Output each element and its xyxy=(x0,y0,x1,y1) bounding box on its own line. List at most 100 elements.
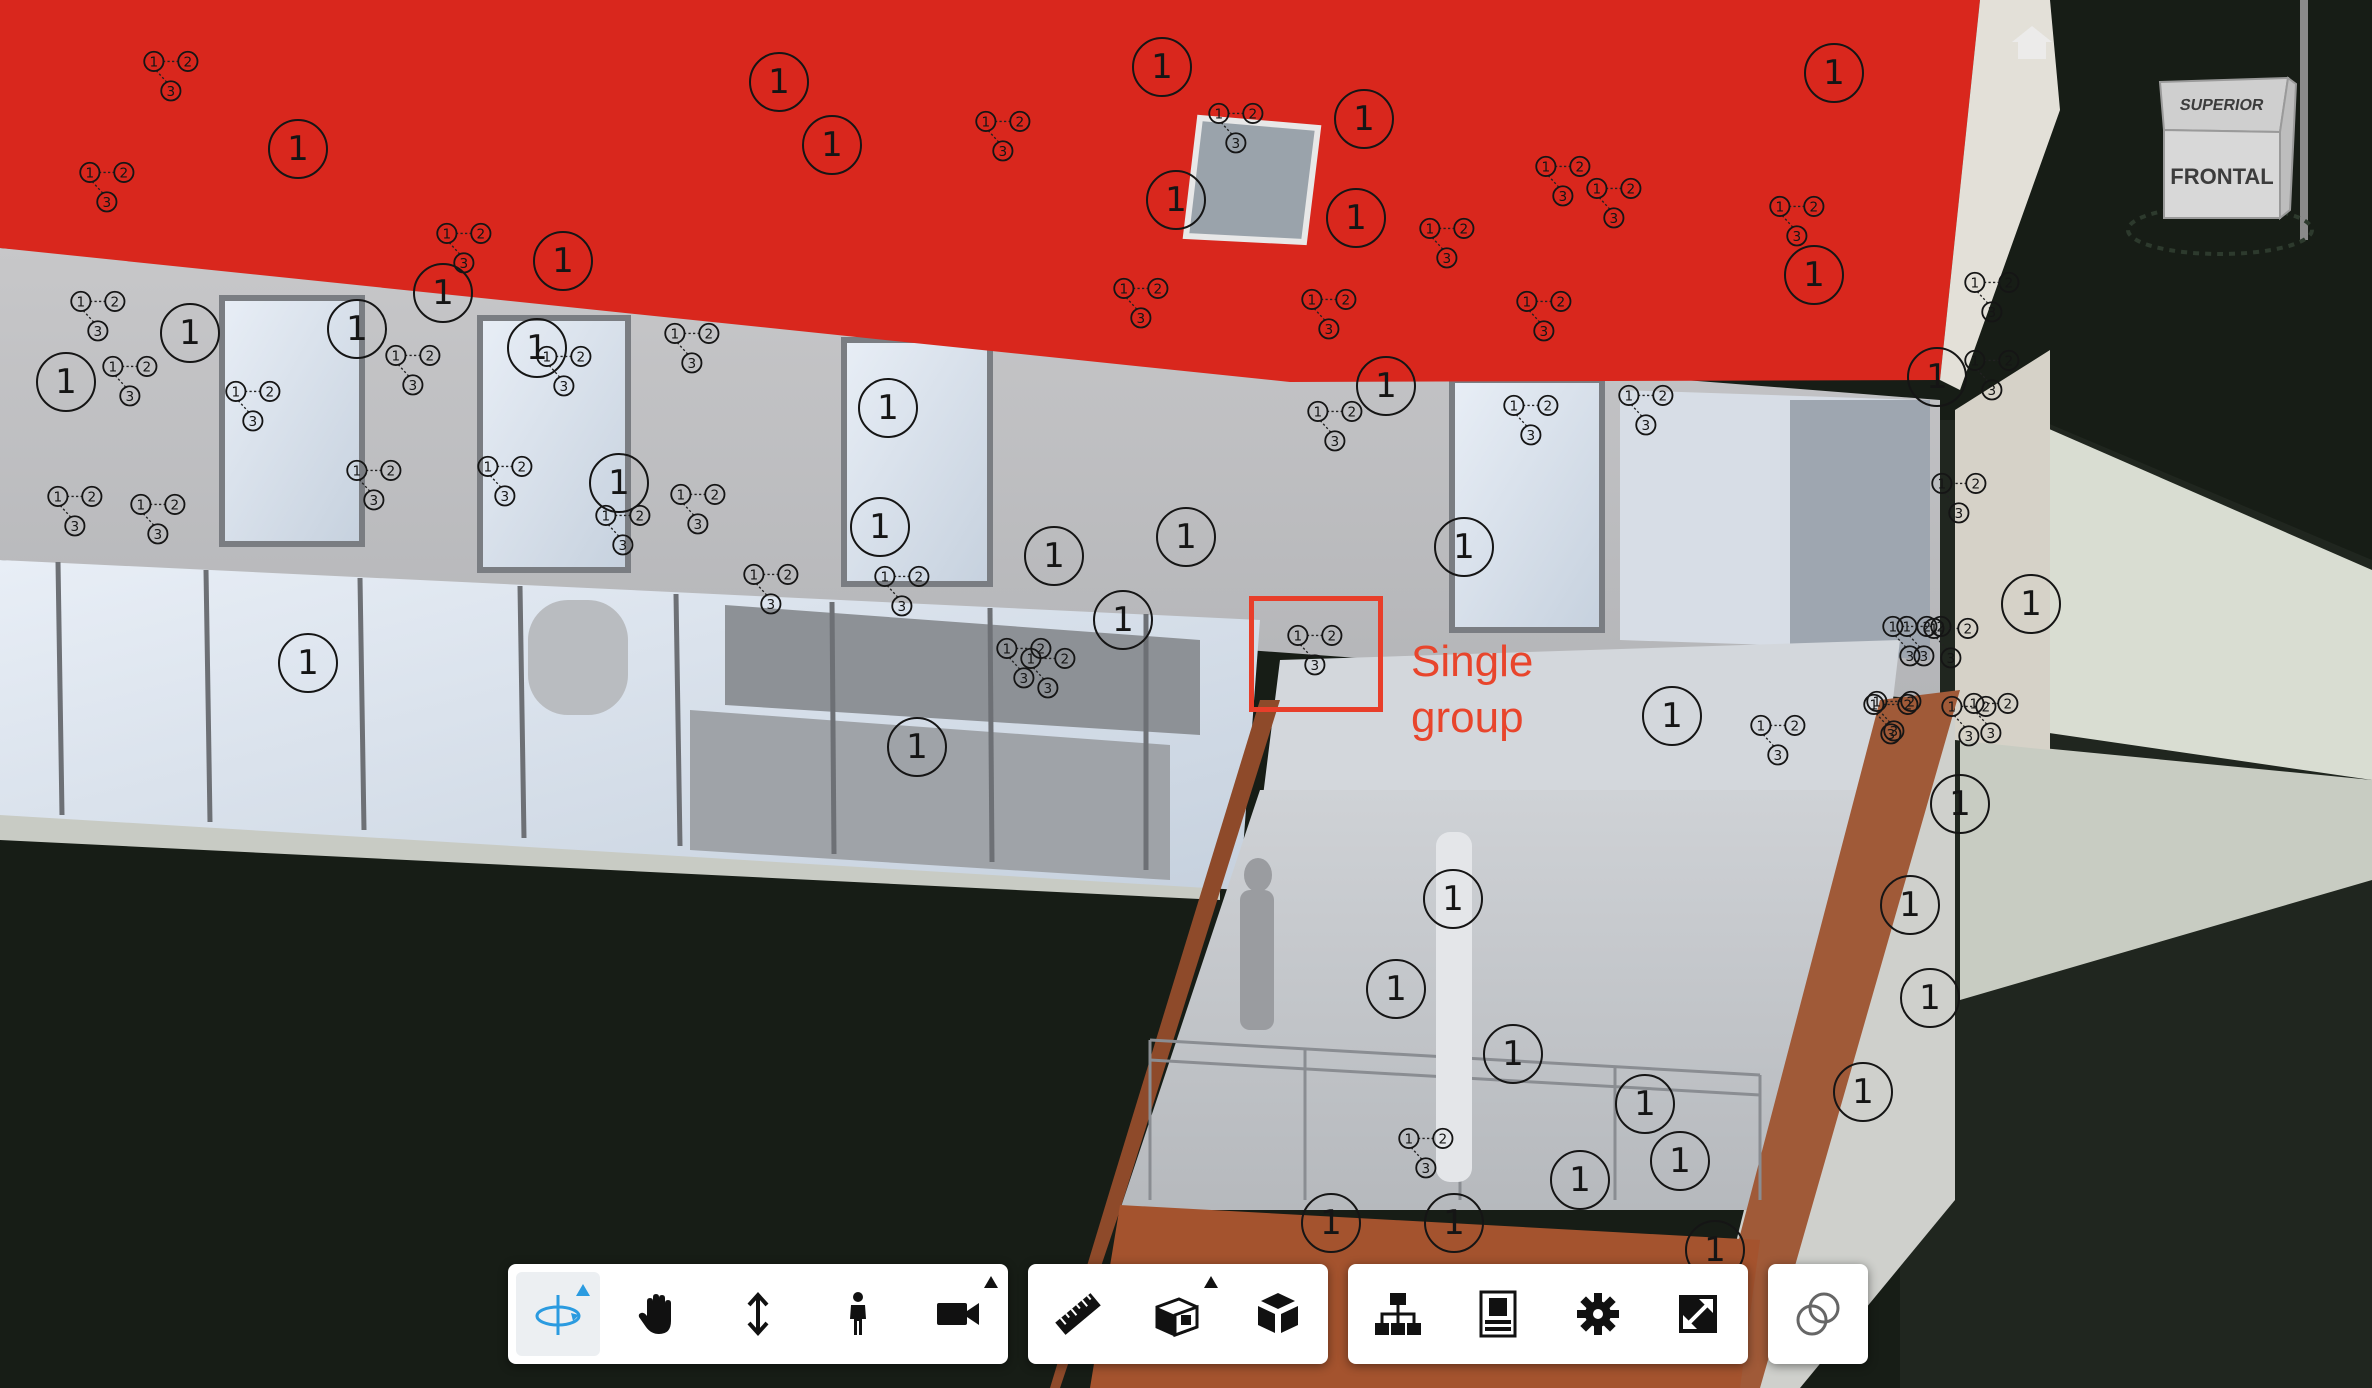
ruler-icon xyxy=(1055,1293,1101,1335)
marker-single[interactable]: 1 xyxy=(749,52,809,112)
marker-group[interactable]: 1 23 xyxy=(1745,705,1813,773)
marker-single[interactable]: 1 xyxy=(850,497,910,557)
svg-text:1: 1 xyxy=(232,385,241,401)
marker-single[interactable]: 1 xyxy=(1434,517,1494,577)
marker-group[interactable]: 1 23 xyxy=(1203,93,1271,161)
3d-viewport[interactable]: 1111111111111111111111111111111111111111… xyxy=(0,0,2372,1388)
marker-single[interactable]: 1 xyxy=(1093,590,1153,650)
marker-single[interactable]: 1 xyxy=(1650,1131,1710,1191)
properties-tool-button[interactable] xyxy=(1448,1264,1548,1364)
marker-group[interactable]: 1 23 xyxy=(74,152,142,220)
marker-single[interactable]: 1 xyxy=(1301,1193,1361,1253)
home-view-button[interactable] xyxy=(2010,22,2054,62)
marker-single[interactable]: 1 xyxy=(1930,774,1990,834)
svg-text:3: 3 xyxy=(94,324,103,340)
section-tool-button[interactable] xyxy=(1128,1264,1228,1364)
measure-tool-button[interactable] xyxy=(1028,1264,1128,1364)
marker-group[interactable]: 1 23 xyxy=(531,336,599,404)
marker-single[interactable]: 1 xyxy=(1880,875,1940,935)
marker-single[interactable]: 1 xyxy=(533,231,593,291)
marker-group[interactable]: 1 23 xyxy=(1393,1118,1461,1186)
marker-group[interactable]: 1 23 xyxy=(1613,375,1681,443)
marker-group[interactable]: 1 23 xyxy=(1861,681,1929,749)
marker-group[interactable]: 1 23 xyxy=(65,281,133,349)
marker-single[interactable]: 1 xyxy=(268,119,328,179)
marker-single[interactable]: 1 xyxy=(1326,188,1386,248)
marker-group[interactable]: 1 23 xyxy=(220,371,288,439)
markup-tool-button[interactable] xyxy=(1768,1264,1868,1364)
marker-single[interactable]: 1 xyxy=(160,303,220,363)
marker-single[interactable]: 1 xyxy=(1424,1193,1484,1253)
marker-group[interactable]: 1 23 xyxy=(1918,608,1986,676)
svg-text:1: 1 xyxy=(484,460,493,476)
svg-text:1: 1 xyxy=(1757,719,1766,735)
marker-single[interactable]: 1 xyxy=(1366,959,1426,1019)
marker-single[interactable]: 1 xyxy=(1132,37,1192,97)
marker-single[interactable]: 1 xyxy=(2001,574,2061,634)
pan-tool-button[interactable] xyxy=(608,1264,708,1364)
marker-group[interactable]: 1 23 xyxy=(590,495,658,563)
zoom-tool-button[interactable] xyxy=(708,1264,808,1364)
marker-group[interactable]: 1 23 xyxy=(1764,186,1832,254)
camera-tool-button[interactable] xyxy=(908,1264,1008,1364)
marker-single[interactable]: 1 xyxy=(1334,89,1394,149)
marker-single[interactable]: 1 xyxy=(802,115,862,175)
marker-single[interactable]: 1 xyxy=(1156,507,1216,567)
marker-single[interactable]: 1 xyxy=(1907,347,1967,407)
model-browser-tool-button[interactable] xyxy=(1348,1264,1448,1364)
settings-tool-button[interactable] xyxy=(1548,1264,1648,1364)
marker-group[interactable]: 1 23 xyxy=(1498,385,1566,453)
svg-text:1: 1 xyxy=(1405,1132,1414,1148)
marker-single[interactable]: 1 xyxy=(1483,1024,1543,1084)
first-person-tool-button[interactable] xyxy=(808,1264,908,1364)
marker-group[interactable]: 1 23 xyxy=(1108,268,1176,336)
marker-group[interactable]: 1 23 xyxy=(138,41,206,109)
marker-group[interactable]: 1 23 xyxy=(970,101,1038,169)
svg-text:1: 1 xyxy=(150,55,159,71)
marker-group[interactable]: 1 23 xyxy=(97,346,165,414)
flyout-indicator-icon xyxy=(1204,1276,1218,1288)
svg-text:2: 2 xyxy=(1348,405,1357,421)
explode-tool-button[interactable] xyxy=(1228,1264,1328,1364)
marker-single[interactable]: 1 xyxy=(1642,686,1702,746)
marker-group[interactable]: 1 23 xyxy=(665,474,733,542)
marker-group[interactable]: 1 23 xyxy=(431,213,499,281)
marker-group[interactable]: 1 23 xyxy=(380,335,448,403)
marker-single[interactable]: 1 xyxy=(327,299,387,359)
marker-single[interactable]: 1 xyxy=(887,717,947,777)
marker-single[interactable]: 1 xyxy=(1423,869,1483,929)
marker-single[interactable]: 1 xyxy=(1550,1150,1610,1210)
marker-group[interactable]: 1 23 xyxy=(1581,168,1649,236)
marker-group[interactable]: 1 23 xyxy=(1015,638,1083,706)
viewcube[interactable]: SUPERIOR FRONTAL xyxy=(2120,70,2320,270)
marker-single[interactable]: 1 xyxy=(1615,1074,1675,1134)
marker-group[interactable]: 1 23 xyxy=(1511,281,1579,349)
marker-single[interactable]: 1 xyxy=(1900,968,1960,1028)
marker-group[interactable]: 1 23 xyxy=(1302,391,1370,459)
marker-group[interactable]: 1 23 xyxy=(659,313,727,381)
marker-group[interactable]: 1 23 xyxy=(42,476,110,544)
marker-single[interactable]: 1 xyxy=(858,378,918,438)
marker-single[interactable]: 1 xyxy=(36,352,96,412)
marker-group[interactable]: 1 23 xyxy=(1926,463,1994,531)
svg-text:3: 3 xyxy=(1642,418,1651,434)
marker-group[interactable]: 1 23 xyxy=(341,450,409,518)
marker-single[interactable]: 1 xyxy=(278,633,338,693)
marker-group[interactable]: 1 23 xyxy=(1959,340,2027,408)
marker-group[interactable]: 1 23 xyxy=(738,554,806,622)
svg-text:1: 1 xyxy=(137,498,146,514)
marker-single[interactable]: 1 xyxy=(1024,526,1084,586)
marker-group[interactable]: 1 23 xyxy=(472,446,540,514)
marker-single[interactable]: 1 xyxy=(1804,43,1864,103)
fullscreen-tool-button[interactable] xyxy=(1648,1264,1748,1364)
marker-group[interactable]: 1 23 xyxy=(1296,279,1364,347)
marker-group[interactable]: 1 23 xyxy=(125,484,193,552)
marker-single[interactable]: 1 xyxy=(1833,1062,1893,1122)
marker-single[interactable]: 1 xyxy=(1146,170,1206,230)
orbit-tool-button[interactable] xyxy=(516,1272,600,1356)
marker-group[interactable]: 1 23 xyxy=(1936,686,2004,754)
marker-group[interactable]: 1 23 xyxy=(1959,262,2027,330)
marker-group[interactable]: 1 23 xyxy=(1414,208,1482,276)
marker-group[interactable]: 1 23 xyxy=(869,556,937,624)
single-group-annotation-label: Single group xyxy=(1411,634,1611,746)
